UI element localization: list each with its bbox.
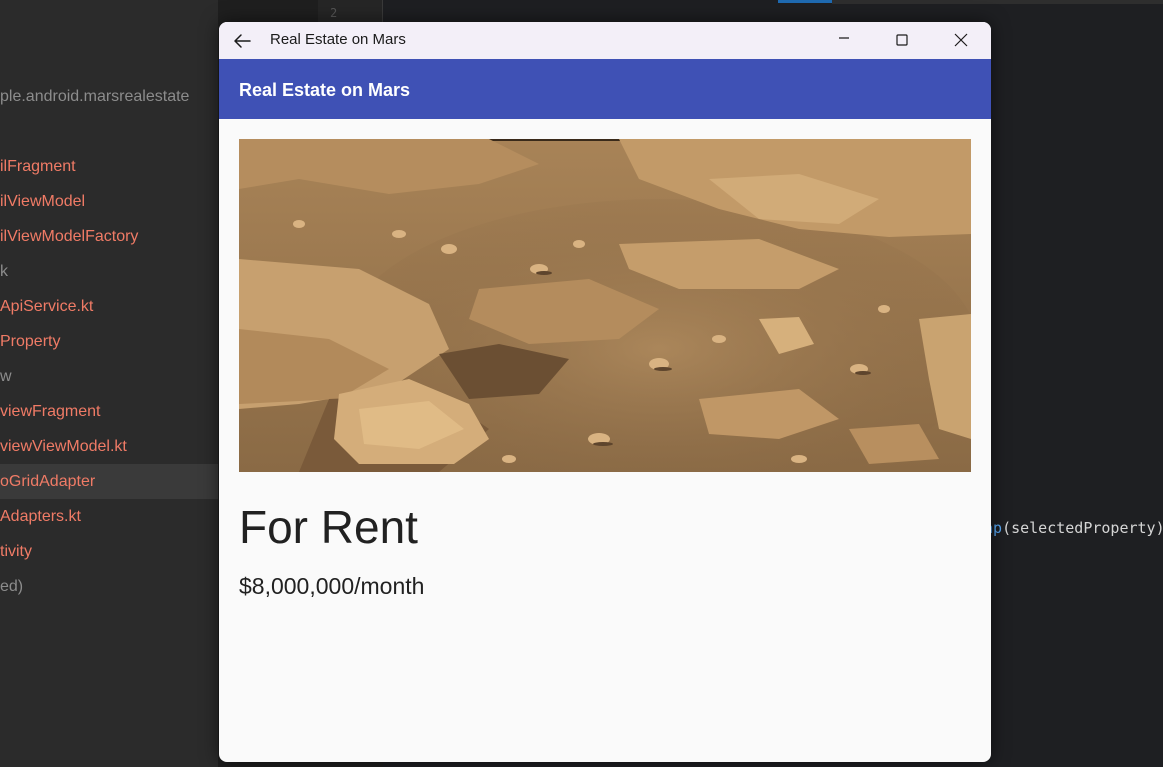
editor-tab-indicator (778, 0, 832, 3)
line-number: 2 (330, 6, 338, 20)
tree-item[interactable]: Adapters.kt (0, 499, 218, 534)
maximize-icon (896, 34, 908, 46)
tree-item-label: Property (0, 333, 61, 350)
tree-item-label: ple.android.marsrealestate (0, 88, 190, 105)
app-bar-title: Real Estate on Mars (239, 80, 411, 100)
mars-terrain-photo (239, 139, 971, 472)
close-button[interactable] (941, 27, 981, 55)
tree-item[interactable]: ApiService.kt (0, 289, 218, 324)
arrow-left-icon (234, 34, 251, 48)
app-window: Real Estate on Mars Real Estate on Mars (219, 22, 991, 762)
tree-item-label: w (0, 368, 12, 385)
maximize-button[interactable] (882, 27, 922, 55)
tree-item-label: Adapters.kt (0, 508, 81, 525)
tree-item[interactable]: ilFragment (0, 149, 218, 184)
editor-tab-strip (832, 0, 1163, 4)
tree-item[interactable]: k (0, 254, 218, 289)
property-type-label: For Rent (239, 501, 418, 553)
tree-item-label: tivity (0, 543, 32, 560)
tree-item-label: k (0, 263, 8, 280)
tree-item[interactable]: ilViewModel (0, 184, 218, 219)
tree-item-label: ilFragment (0, 158, 76, 175)
code-line[interactable]: ap(selectedProperty) (984, 519, 1163, 537)
tree-item-label: ed) (0, 578, 24, 595)
editor-gutter (318, 0, 383, 22)
back-button[interactable] (229, 28, 255, 54)
tree-item-label: viewFragment (0, 403, 101, 420)
minimize-icon (839, 37, 849, 39)
tree-item[interactable]: ple.android.marsrealestate (0, 79, 218, 114)
tree-item-label: ApiService.kt (0, 298, 94, 315)
window-title: Real Estate on Mars (270, 31, 406, 48)
tree-item-label: oGridAdapter (0, 473, 96, 490)
tree-item-label: ilViewModelFactory (0, 228, 139, 245)
window-titlebar: Real Estate on Mars (219, 22, 991, 59)
project-tree-panel: ple.android.marsrealestate ilFragment ilVi… (0, 0, 218, 767)
tree-item[interactable]: ed) (0, 569, 218, 604)
tree-item[interactable]: Property (0, 324, 218, 359)
tree-item[interactable]: tivity (0, 534, 218, 569)
minimize-button[interactable] (824, 27, 864, 55)
app-bar: Real Estate on Mars (219, 59, 991, 119)
tree-item-label: ilViewModel (0, 193, 86, 210)
close-icon (954, 33, 968, 47)
tree-item[interactable]: w (0, 359, 218, 394)
tree-item[interactable]: viewFragment (0, 394, 218, 429)
property-price-label: $8,000,000/month (239, 573, 425, 599)
code-args-fragment: (selectedProperty) (1002, 519, 1163, 537)
tree-item[interactable]: oGridAdapter (0, 464, 218, 499)
tree-item[interactable]: ilViewModelFactory (0, 219, 218, 254)
tree-item-label: viewViewModel.kt (0, 438, 127, 455)
tree-item[interactable]: viewViewModel.kt (0, 429, 218, 464)
